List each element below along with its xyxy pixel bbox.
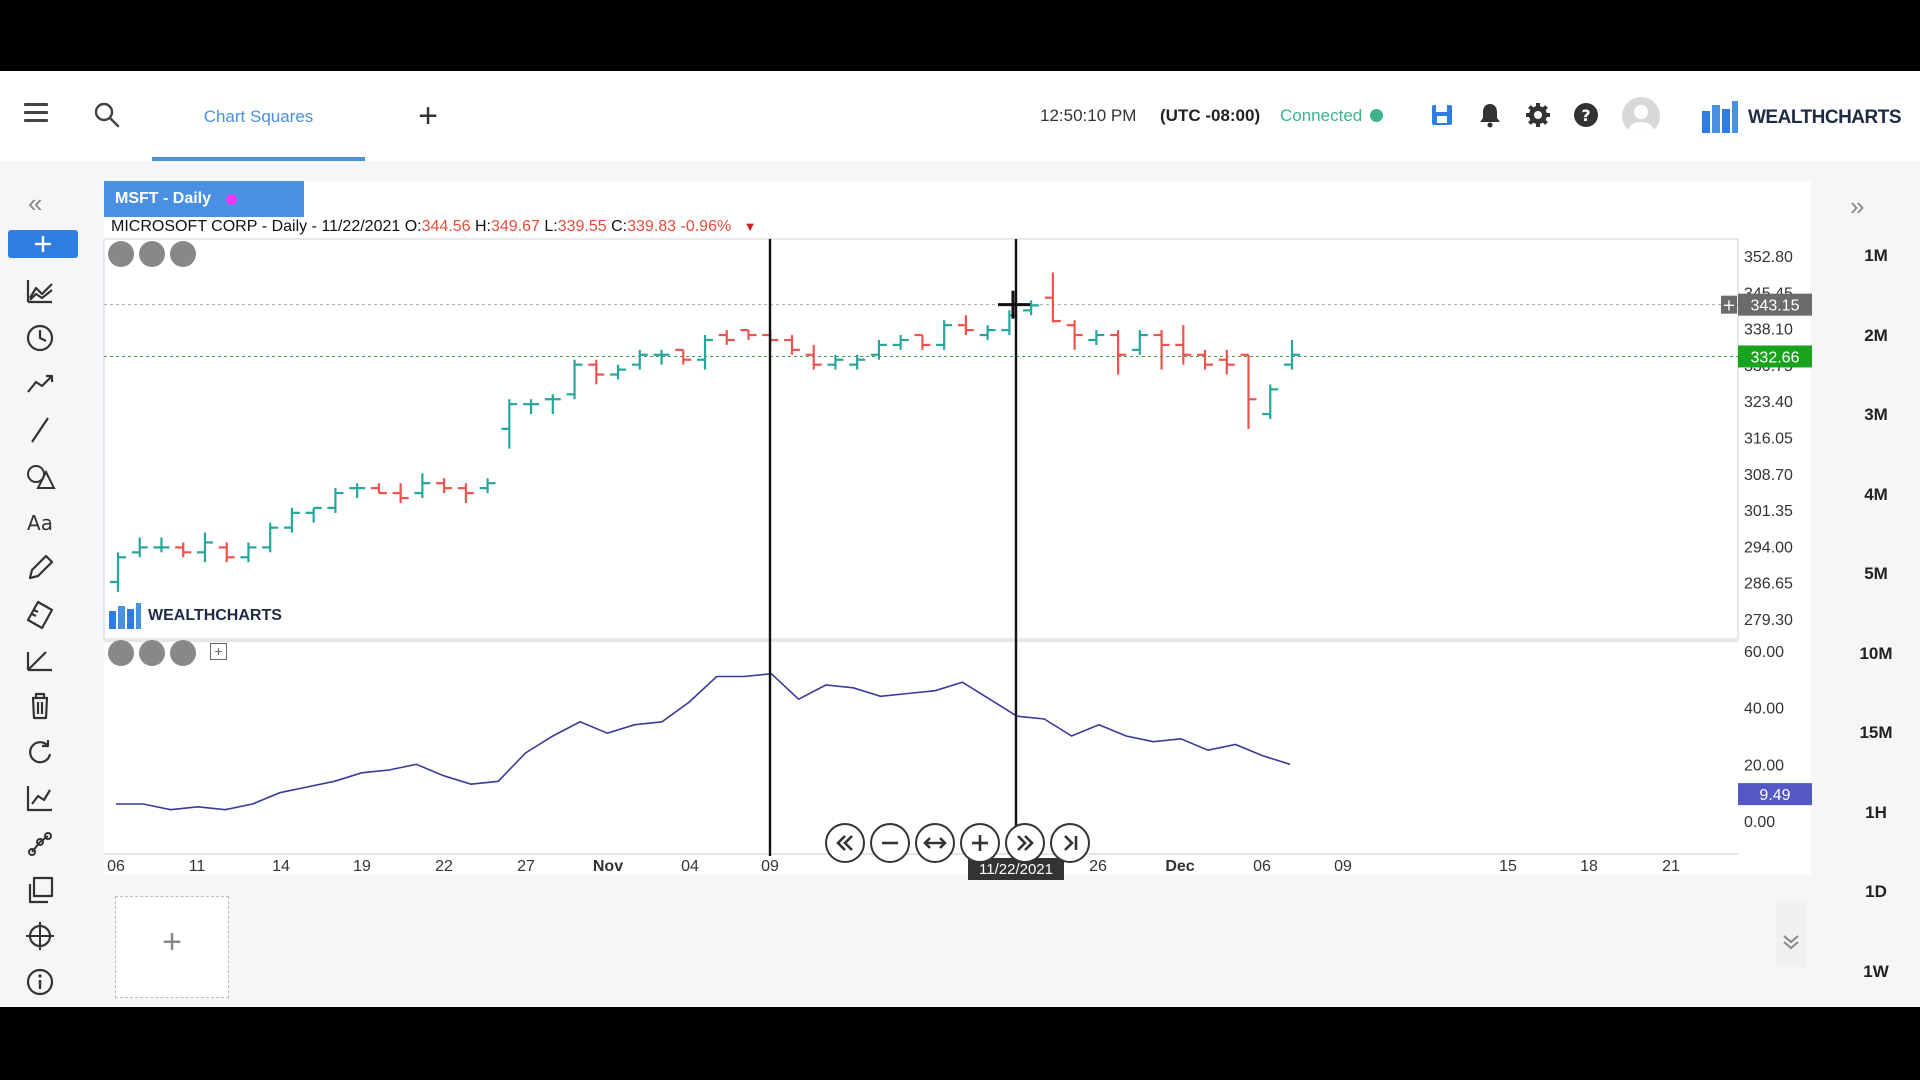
maximize-pane-icon[interactable]: + [210, 643, 227, 660]
expand-down-icon[interactable] [1776, 901, 1806, 967]
collapse-indicator-icon[interactable] [139, 640, 165, 666]
indicator-tick-label: 20.00 [1744, 757, 1784, 774]
timeframe-3m[interactable]: 3M [1832, 405, 1920, 425]
scroll-forward-icon[interactable] [1005, 823, 1045, 863]
x-tick-label: 27 [517, 858, 535, 875]
price-tick-label: 301.35 [1744, 503, 1793, 520]
expand-pane-icon[interactable] [170, 241, 196, 267]
price-tick-label: 338.10 [1744, 322, 1793, 339]
indicator-value-text: 9.49 [1759, 787, 1790, 804]
last-price-text: 332.66 [1751, 349, 1800, 366]
timeframe-10m[interactable]: 10M [1832, 644, 1920, 664]
app-window: Chart Squares + 12:50:10 PM (UTC -08:00)… [0, 71, 1920, 1007]
zoom-out-icon[interactable] [870, 823, 910, 863]
indicator-tick-label: 40.00 [1744, 701, 1784, 718]
indicator-pane-controls: + [108, 640, 227, 668]
add-chart-icon: + [162, 923, 182, 961]
x-tick-label: 19 [353, 858, 371, 875]
timeframe-1w[interactable]: 1W [1832, 962, 1920, 982]
scroll-back-icon[interactable] [825, 823, 865, 863]
timeframe-1m[interactable]: 1M [1832, 246, 1920, 266]
x-tick-label: 09 [1334, 858, 1352, 875]
timeframe-4m[interactable]: 4M [1832, 485, 1920, 505]
price-pane-controls [108, 241, 198, 269]
crosshair-price-text: 343.15 [1751, 298, 1800, 315]
x-tick-label: Nov [593, 858, 623, 875]
timeframe-2m[interactable]: 2M [1832, 326, 1920, 346]
x-tick-label: 18 [1580, 858, 1598, 875]
chart-navigation [825, 823, 1095, 867]
indicator-line [116, 672, 1291, 811]
indicator-tick-label: 60.00 [1744, 644, 1784, 661]
chart-watermark: WEALTHCHARTS [108, 601, 282, 631]
x-tick-label: 06 [107, 858, 125, 875]
timeframe-15m[interactable]: 15M [1832, 723, 1920, 743]
fit-width-icon[interactable] [915, 823, 955, 863]
expand-right-icon[interactable]: » [1832, 183, 1888, 243]
zoom-in-icon[interactable] [960, 823, 1000, 863]
hide-indicator-icon[interactable] [108, 640, 134, 666]
x-tick-label: 22 [435, 858, 453, 875]
x-tick-label: 04 [681, 858, 699, 875]
x-tick-label: Dec [1165, 858, 1194, 875]
price-tick-label: 323.40 [1744, 394, 1793, 411]
price-pane-border [103, 238, 1739, 640]
x-tick-label: 11 [189, 858, 206, 875]
price-tick-label: 294.00 [1744, 539, 1793, 556]
x-tick-label: 14 [272, 858, 290, 875]
watermark-text: WEALTHCHARTS [148, 607, 282, 624]
expand-indicator-icon[interactable] [170, 640, 196, 666]
hide-pane-icon[interactable] [108, 241, 134, 267]
add-alert-plus: + [1722, 296, 1735, 315]
price-tick-label: 279.30 [1744, 612, 1793, 629]
price-tick-label: 352.80 [1744, 249, 1793, 266]
collapse-pane-icon[interactable] [139, 241, 165, 267]
price-tick-label: 316.05 [1744, 431, 1793, 448]
timeframe-5m[interactable]: 5M [1832, 564, 1920, 584]
indicator-tick-label: 0.00 [1744, 814, 1775, 831]
scroll-to-end-icon[interactable] [1050, 823, 1090, 863]
x-tick-label: 21 [1662, 858, 1680, 875]
timeframe-1d[interactable]: 1D [1832, 882, 1920, 902]
timeframe-1h[interactable]: 1H [1832, 803, 1920, 823]
price-tick-label: 308.70 [1744, 467, 1793, 484]
x-tick-label: 15 [1499, 858, 1517, 875]
x-tick-label: 09 [761, 858, 779, 875]
price-tick-label: 286.65 [1744, 576, 1793, 593]
watermark-logo-icon [109, 603, 141, 629]
add-chart-panel[interactable]: + [115, 896, 229, 998]
x-tick-label: 06 [1253, 858, 1271, 875]
